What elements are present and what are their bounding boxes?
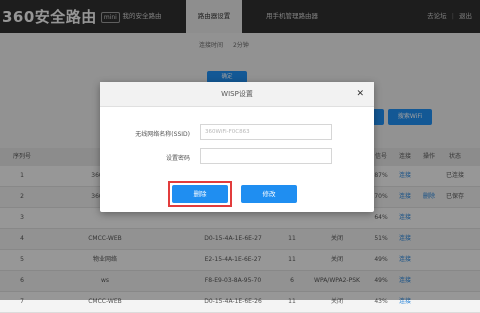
ssid-input[interactable] <box>200 124 332 140</box>
dialog-header: WISP设置 ✕ <box>100 82 374 107</box>
dialog-title: WISP设置 <box>221 90 253 98</box>
password-input[interactable] <box>200 148 332 164</box>
highlight-box <box>168 181 232 207</box>
password-label: 设置密码 <box>165 155 190 162</box>
ssid-label: 无线网络名称(SSID) <box>135 131 190 138</box>
wisp-settings-dialog: WISP设置 ✕ 无线网络名称(SSID) 设置密码 删除 修改 <box>100 82 374 212</box>
modify-button[interactable]: 修改 <box>241 185 297 203</box>
close-icon[interactable]: ✕ <box>356 82 364 106</box>
